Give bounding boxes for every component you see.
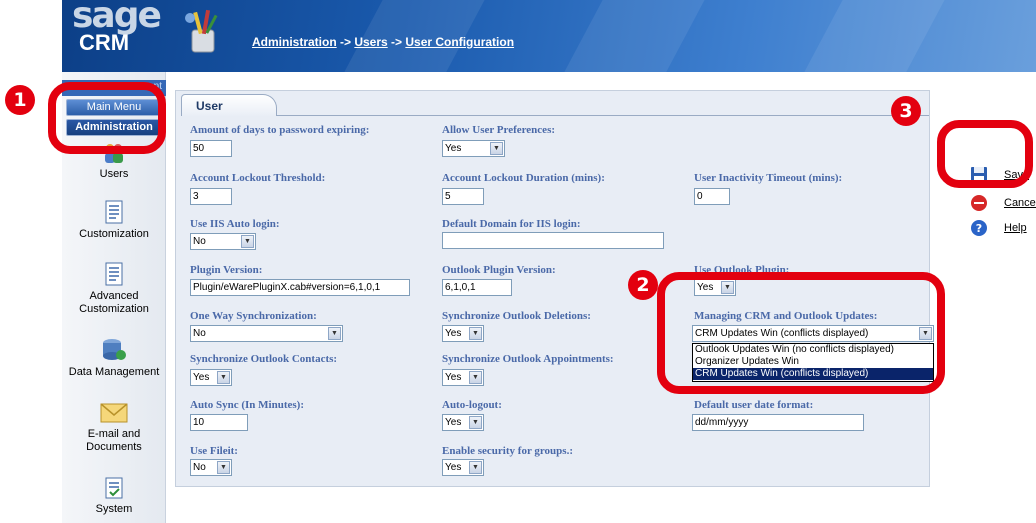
callout-number-2: 2 bbox=[628, 270, 658, 300]
select-value: No bbox=[193, 462, 206, 473]
tab-divider bbox=[277, 115, 929, 116]
iis-auto-login-label: Use IIS Auto login: bbox=[190, 218, 280, 230]
chevron-down-icon[interactable]: ▼ bbox=[469, 461, 482, 474]
plugin-version-label: Plugin Version: bbox=[190, 264, 263, 276]
security-groups-label: Enable security for groups.: bbox=[442, 445, 573, 457]
breadcrumb-users[interactable]: Users bbox=[354, 35, 387, 49]
breadcrumb-user-configuration[interactable]: User Configuration bbox=[405, 35, 514, 49]
chevron-down-icon[interactable]: ▼ bbox=[469, 416, 482, 429]
sidebar-item-advanced-customization[interactable]: Advanced Customization bbox=[62, 262, 166, 316]
iis-domain-input[interactable] bbox=[442, 232, 664, 249]
use-fileit-label: Use Fileit: bbox=[190, 445, 238, 457]
select-value: No bbox=[193, 328, 206, 339]
header-decoration bbox=[766, 0, 968, 72]
pwd-expire-input[interactable]: 50 bbox=[190, 140, 232, 157]
inactivity-timeout-input[interactable]: 0 bbox=[694, 188, 730, 205]
inactivity-timeout-label: User Inactivity Timeout (mins): bbox=[694, 172, 843, 184]
tab-user[interactable]: User bbox=[181, 94, 277, 116]
chevron-down-icon[interactable]: ▼ bbox=[490, 142, 503, 155]
chevron-down-icon[interactable]: ▼ bbox=[241, 235, 254, 248]
outlook-plugin-version-input[interactable]: 6,1,0,1 bbox=[442, 279, 512, 296]
cancel-icon bbox=[971, 195, 987, 211]
select-value: Yes bbox=[445, 328, 462, 339]
pwd-expire-label: Amount of days to password expiring: bbox=[190, 124, 370, 136]
date-format-label: Default user date format: bbox=[694, 399, 814, 411]
help-icon: ? bbox=[971, 220, 987, 236]
select-value: Yes bbox=[445, 462, 462, 473]
allow-prefs-select[interactable]: Yes ▼ bbox=[442, 140, 505, 157]
select-value: No bbox=[193, 236, 206, 247]
breadcrumb: Administration -> Users -> User Configur… bbox=[252, 35, 514, 49]
database-icon bbox=[103, 339, 126, 360]
envelope-icon bbox=[100, 403, 128, 423]
outlook-plugin-version-label: Outlook Plugin Version: bbox=[442, 264, 556, 276]
chevron-down-icon[interactable]: ▼ bbox=[469, 327, 482, 340]
sidebar-item-system[interactable]: System bbox=[62, 477, 166, 516]
chevron-down-icon[interactable]: ▼ bbox=[469, 371, 482, 384]
lockout-threshold-label: Account Lockout Threshold: bbox=[190, 172, 326, 184]
security-groups-select[interactable]: Yes ▼ bbox=[442, 459, 484, 476]
sync-appointments-select[interactable]: Yes ▼ bbox=[442, 369, 484, 386]
sidebar-item-label: Customization bbox=[79, 228, 149, 240]
sidebar-item-email-documents[interactable]: E-mail and Documents bbox=[62, 402, 166, 454]
chevron-down-icon[interactable]: ▼ bbox=[217, 371, 230, 384]
header-decoration bbox=[526, 0, 728, 72]
plugin-version-input[interactable]: Plugin/eWarePluginX.cab#version=6,1,0,1 bbox=[190, 279, 410, 296]
callout-number-1: 1 bbox=[5, 85, 35, 115]
sidebar-item-label: System bbox=[95, 503, 133, 515]
lockout-duration-label: Account Lockout Duration (mins): bbox=[442, 172, 605, 184]
callout-ring-2 bbox=[657, 272, 945, 394]
select-value: Yes bbox=[445, 143, 462, 154]
breadcrumb-administration[interactable]: Administration bbox=[252, 35, 337, 49]
sidebar-item-label: Users bbox=[99, 168, 129, 180]
help-label: Help bbox=[1004, 222, 1027, 234]
breadcrumb-separator: -> bbox=[336, 35, 355, 49]
select-value: Yes bbox=[445, 372, 462, 383]
date-format-input[interactable]: dd/mm/yyyy bbox=[692, 414, 864, 431]
document-icon bbox=[105, 200, 123, 224]
document-icon bbox=[105, 262, 123, 286]
cancel-label: Cancel bbox=[1004, 197, 1036, 209]
sage-crm-logo[interactable]: sage CRM bbox=[72, 0, 162, 56]
breadcrumb-separator: -> bbox=[387, 35, 406, 49]
sidebar-item-label: Advanced Customization bbox=[79, 290, 149, 315]
iis-auto-login-select[interactable]: No ▼ bbox=[190, 233, 256, 250]
select-value: Yes bbox=[193, 372, 210, 383]
one-way-sync-select[interactable]: No ▼ bbox=[190, 325, 343, 342]
sync-appointments-label: Synchronize Outlook Appointments: bbox=[442, 353, 614, 365]
one-way-sync-label: One Way Synchronization: bbox=[190, 310, 317, 322]
chevron-down-icon[interactable]: ▼ bbox=[217, 461, 230, 474]
tools-cup-icon bbox=[185, 9, 218, 53]
logo-text-bottom: CRM bbox=[78, 30, 130, 55]
use-fileit-select[interactable]: No ▼ bbox=[190, 459, 232, 476]
callout-ring-1 bbox=[48, 82, 166, 154]
iis-domain-label: Default Domain for IIS login: bbox=[442, 218, 581, 230]
sync-deletions-label: Synchronize Outlook Deletions: bbox=[442, 310, 591, 322]
logo-text-top: sage bbox=[72, 0, 162, 36]
sidebar-item-label: E-mail and Documents bbox=[86, 428, 142, 453]
sidebar-item-customization[interactable]: Customization bbox=[62, 200, 166, 241]
allow-prefs-label: Allow User Preferences: bbox=[442, 124, 556, 136]
auto-logout-select[interactable]: Yes ▼ bbox=[442, 414, 484, 431]
select-value: Yes bbox=[445, 417, 462, 428]
sync-contacts-select[interactable]: Yes ▼ bbox=[190, 369, 232, 386]
sidebar-item-label: Data Management bbox=[68, 366, 160, 378]
app-header: sage CRM Administration -> Users -> User… bbox=[62, 0, 1036, 72]
callout-ring-3 bbox=[937, 120, 1033, 188]
lockout-duration-input[interactable]: 5 bbox=[442, 188, 484, 205]
svg-text:?: ? bbox=[976, 222, 982, 235]
sync-contacts-label: Synchronize Outlook Contacts: bbox=[190, 353, 338, 365]
auto-logout-label: Auto-logout: bbox=[442, 399, 502, 411]
sidebar-item-data-management[interactable]: Data Management bbox=[62, 338, 166, 379]
auto-sync-input[interactable]: 10 bbox=[190, 414, 248, 431]
auto-sync-label: Auto Sync (In Minutes): bbox=[190, 399, 304, 411]
callout-number-3: 3 bbox=[891, 96, 921, 126]
lockout-threshold-input[interactable]: 3 bbox=[190, 188, 232, 205]
chevron-down-icon[interactable]: ▼ bbox=[328, 327, 341, 340]
checklist-icon bbox=[105, 477, 123, 499]
sync-deletions-select[interactable]: Yes ▼ bbox=[442, 325, 484, 342]
